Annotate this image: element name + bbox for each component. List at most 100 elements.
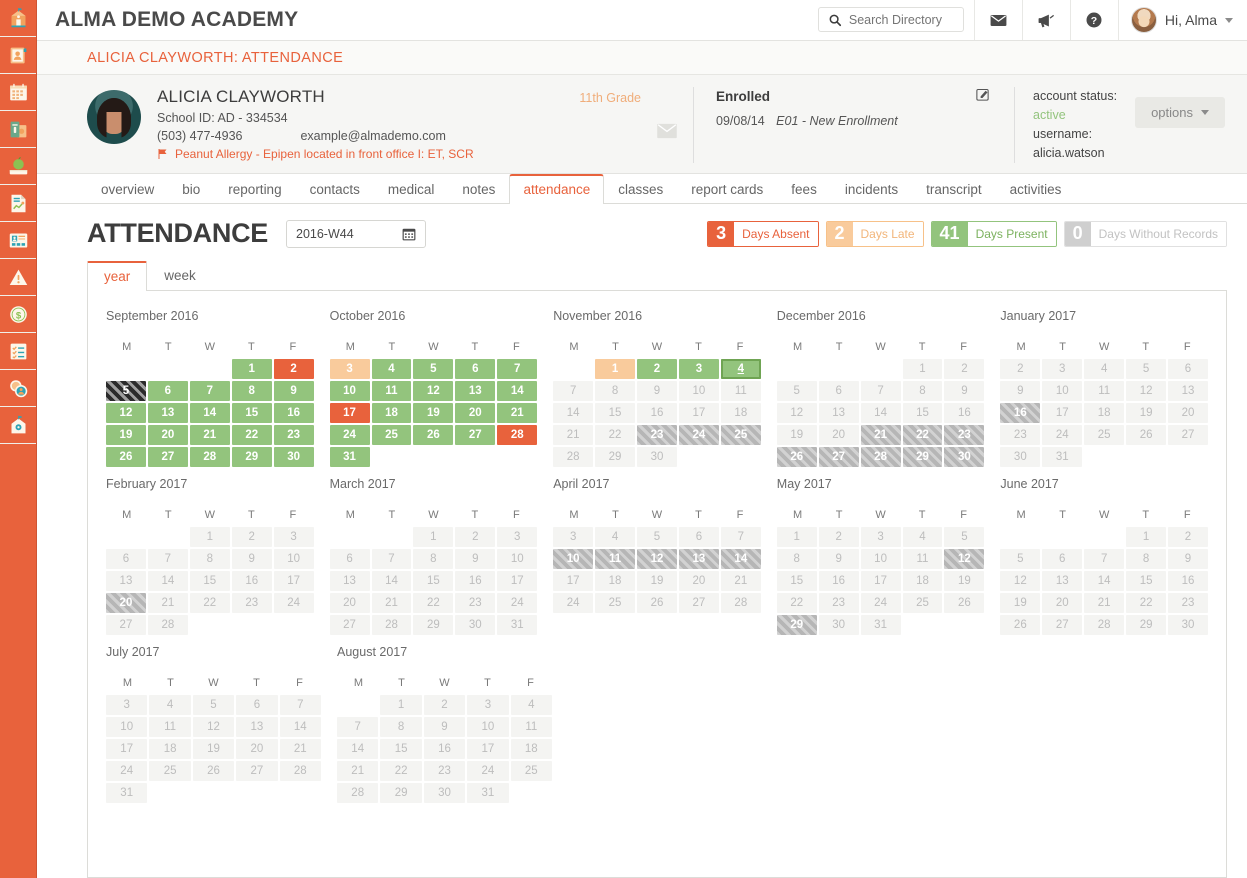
- day-cell[interactable]: 21: [337, 761, 378, 781]
- day-cell[interactable]: 18: [511, 739, 552, 759]
- day-cell[interactable]: 19: [106, 425, 146, 445]
- day-cell[interactable]: 27: [148, 447, 188, 467]
- day-cell[interactable]: 4: [903, 527, 943, 547]
- day-cell[interactable]: 3: [106, 695, 147, 715]
- day-cell[interactable]: 18: [903, 571, 943, 591]
- day-cell[interactable]: 24: [553, 593, 593, 613]
- day-cell[interactable]: 2: [819, 527, 859, 547]
- day-cell[interactable]: 5: [1000, 549, 1040, 569]
- day-cell[interactable]: 24: [497, 593, 537, 613]
- day-cell[interactable]: 7: [280, 695, 321, 715]
- day-cell[interactable]: 5: [193, 695, 234, 715]
- tab-transcript[interactable]: transcript: [912, 175, 996, 204]
- day-cell[interactable]: 14: [721, 549, 761, 569]
- day-cell[interactable]: 9: [1168, 549, 1208, 569]
- day-cell[interactable]: 27: [679, 593, 719, 613]
- attendance-subtab-week[interactable]: week: [147, 261, 213, 290]
- day-cell[interactable]: 21: [497, 403, 537, 423]
- day-cell[interactable]: 16: [1168, 571, 1208, 591]
- day-cell[interactable]: 10: [553, 549, 593, 569]
- search-input[interactable]: [849, 13, 954, 27]
- day-cell[interactable]: 4: [1084, 359, 1124, 379]
- day-cell[interactable]: 23: [1000, 425, 1040, 445]
- day-cell[interactable]: 1: [232, 359, 272, 379]
- day-cell[interactable]: 4: [372, 359, 412, 379]
- day-cell[interactable]: 28: [372, 615, 412, 635]
- day-cell[interactable]: 29: [595, 447, 635, 467]
- day-cell[interactable]: 10: [330, 381, 370, 401]
- day-cell[interactable]: 26: [106, 447, 146, 467]
- day-cell[interactable]: 3: [861, 527, 901, 547]
- day-cell[interactable]: 30: [1000, 447, 1040, 467]
- day-cell[interactable]: 27: [236, 761, 277, 781]
- day-cell[interactable]: 30: [819, 615, 859, 635]
- day-cell[interactable]: 7: [497, 359, 537, 379]
- day-cell[interactable]: 4: [511, 695, 552, 715]
- day-cell[interactable]: 20: [819, 425, 859, 445]
- day-cell[interactable]: 7: [190, 381, 230, 401]
- day-cell[interactable]: 19: [193, 739, 234, 759]
- day-cell[interactable]: 2: [1000, 359, 1040, 379]
- day-cell[interactable]: 26: [193, 761, 234, 781]
- day-cell[interactable]: 3: [679, 359, 719, 379]
- day-cell[interactable]: 31: [861, 615, 901, 635]
- day-cell[interactable]: 19: [1000, 593, 1040, 613]
- day-cell[interactable]: 9: [944, 381, 984, 401]
- day-cell[interactable]: 27: [330, 615, 370, 635]
- day-cell[interactable]: 18: [149, 739, 190, 759]
- day-cell[interactable]: 12: [944, 549, 984, 569]
- day-cell[interactable]: 8: [1126, 549, 1166, 569]
- week-picker[interactable]: 2016-W44: [286, 220, 426, 248]
- day-cell[interactable]: 22: [903, 425, 943, 445]
- sidebar-item-tasks[interactable]: [0, 333, 36, 370]
- user-menu[interactable]: Hi, Alma: [1118, 0, 1247, 40]
- day-cell[interactable]: 23: [274, 425, 314, 445]
- day-cell[interactable]: 2: [1168, 527, 1208, 547]
- day-cell[interactable]: 14: [553, 403, 593, 423]
- day-cell[interactable]: 28: [1084, 615, 1124, 635]
- day-cell[interactable]: 24: [467, 761, 508, 781]
- day-cell[interactable]: 9: [455, 549, 495, 569]
- day-cell[interactable]: 19: [944, 571, 984, 591]
- day-cell[interactable]: 25: [1084, 425, 1124, 445]
- tab-overview[interactable]: overview: [87, 175, 168, 204]
- day-cell[interactable]: 4: [595, 527, 635, 547]
- day-cell[interactable]: 10: [861, 549, 901, 569]
- day-cell[interactable]: 10: [1042, 381, 1082, 401]
- search-directory-box[interactable]: [818, 7, 964, 32]
- day-cell[interactable]: 19: [1126, 403, 1166, 423]
- day-cell[interactable]: 12: [193, 717, 234, 737]
- sidebar-item-alerts[interactable]: [0, 259, 36, 296]
- day-cell[interactable]: 26: [777, 447, 817, 467]
- day-cell[interactable]: 17: [330, 403, 370, 423]
- day-cell[interactable]: 31: [467, 783, 508, 803]
- tab-activities[interactable]: activities: [996, 175, 1076, 204]
- day-cell[interactable]: 27: [1042, 615, 1082, 635]
- day-cell[interactable]: 6: [455, 359, 495, 379]
- day-cell[interactable]: 21: [372, 593, 412, 613]
- day-cell[interactable]: 7: [148, 549, 188, 569]
- announcements-button[interactable]: [1022, 0, 1070, 40]
- day-cell[interactable]: 17: [861, 571, 901, 591]
- day-cell[interactable]: 12: [777, 403, 817, 423]
- day-cell[interactable]: 28: [497, 425, 537, 445]
- day-cell[interactable]: 3: [330, 359, 370, 379]
- day-cell[interactable]: 12: [637, 549, 677, 569]
- day-cell[interactable]: 21: [721, 571, 761, 591]
- day-cell[interactable]: 14: [1084, 571, 1124, 591]
- day-cell[interactable]: 26: [1000, 615, 1040, 635]
- day-cell[interactable]: 14: [148, 571, 188, 591]
- day-cell[interactable]: 28: [337, 783, 378, 803]
- day-cell[interactable]: 22: [1126, 593, 1166, 613]
- day-cell[interactable]: 8: [777, 549, 817, 569]
- day-cell[interactable]: 10: [274, 549, 314, 569]
- day-cell[interactable]: 4: [721, 359, 761, 379]
- tab-incidents[interactable]: incidents: [831, 175, 912, 204]
- day-cell[interactable]: 15: [903, 403, 943, 423]
- day-cell[interactable]: 27: [819, 447, 859, 467]
- day-cell[interactable]: 20: [1168, 403, 1208, 423]
- day-cell[interactable]: 6: [819, 381, 859, 401]
- day-cell[interactable]: 6: [330, 549, 370, 569]
- day-cell[interactable]: 30: [274, 447, 314, 467]
- day-cell[interactable]: 5: [637, 527, 677, 547]
